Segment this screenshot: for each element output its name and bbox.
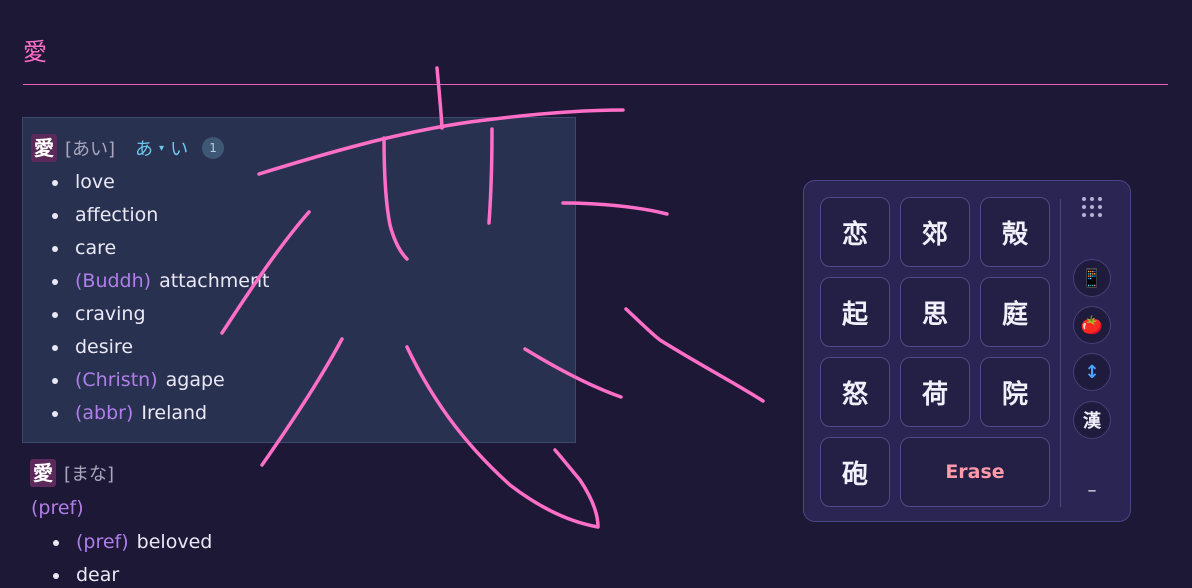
up-down-arrow-icon[interactable]: ↕ [1073, 353, 1111, 391]
entry-kanji: 愛 [30, 459, 56, 487]
dictionary-entry[interactable]: 愛 [まな] (pref) (pref) beloved dear [30, 459, 430, 588]
sense-list: love affection care (Buddh) attachment cr… [51, 166, 270, 430]
dictionary-entry-highlighted[interactable]: 愛 [あい] あ ▾ い 1 love affection care (Budd… [22, 117, 576, 443]
entry-kanji: 愛 [31, 134, 57, 162]
pitch-mora-1: あ [135, 139, 154, 160]
sense-text: attachment [159, 270, 270, 292]
candidate-button[interactable]: 郊 [900, 197, 970, 267]
drag-handle-icon[interactable] [1082, 197, 1104, 219]
title-divider [23, 84, 1168, 85]
list-item: affection [51, 199, 269, 232]
sense-text: beloved [136, 531, 213, 553]
candidate-button[interactable]: 起 [820, 277, 890, 347]
candidate-button[interactable]: 庭 [980, 277, 1050, 347]
sense-text: love [75, 171, 115, 193]
erase-button[interactable]: Erase [900, 437, 1050, 507]
entry-headline: 愛 [あい] あ ▾ い 1 [31, 134, 225, 162]
list-item: care [51, 232, 269, 265]
list-item: (abbr) Ireland [51, 397, 269, 430]
tomato-icon[interactable]: 🍅 [1073, 306, 1111, 344]
page-title: 愛 [23, 38, 47, 66]
panel-divider [1060, 199, 1061, 507]
stroke [561, 201, 669, 216]
entry-reading: [あい] [65, 139, 116, 160]
candidate-button[interactable]: 怒 [820, 357, 890, 427]
candidate-button[interactable]: 思 [900, 277, 970, 347]
pitch-accent: あ ▾ い [135, 135, 188, 161]
sense-text: agape [165, 369, 225, 391]
sense-tag: (Buddh) [75, 270, 152, 292]
entry-reading: [まな] [64, 464, 115, 485]
sense-list: (pref) beloved dear [52, 526, 213, 588]
sense-text: care [75, 237, 117, 259]
pitch-mora-2: い [170, 139, 189, 160]
pitch-down-arrow-icon: ▾ [159, 142, 165, 154]
candidate-button[interactable]: 荷 [900, 357, 970, 427]
sense-tag: (Christn) [75, 369, 158, 391]
list-item: love [51, 166, 269, 199]
list-item: (Christn) agape [51, 364, 269, 397]
phone-icon[interactable]: 📱 [1073, 259, 1111, 297]
stroke [624, 307, 765, 403]
entry-headline: 愛 [まな] [30, 459, 430, 487]
candidate-button[interactable]: 恋 [820, 197, 890, 267]
sense-text: Ireland [141, 402, 208, 424]
candidate-button[interactable]: 院 [980, 357, 1050, 427]
sense-text: craving [75, 303, 146, 325]
sense-text: desire [75, 336, 134, 358]
page: 愛 愛 [あい] あ ▾ い 1 love affection care (Bu… [0, 0, 1192, 588]
candidate-button[interactable]: 砲 [820, 437, 890, 507]
candidate-button[interactable]: 殻 [980, 197, 1050, 267]
list-item: (Buddh) attachment [51, 265, 270, 298]
part-of-speech: (pref) [31, 497, 84, 519]
sense-tag: (abbr) [75, 402, 134, 424]
sense-tag: (pref) [76, 531, 129, 553]
kanji-mode-button[interactable]: 漢 [1073, 401, 1111, 439]
list-item: dear [52, 559, 212, 588]
list-item: (pref) beloved [52, 526, 213, 559]
sense-text: affection [75, 204, 159, 226]
handwriting-panel: 恋 郊 殻 起 思 庭 怒 荷 院 砲 Erase 📱 🍅 ↕ 漢 – [803, 180, 1131, 522]
frequency-badge: 1 [202, 137, 225, 159]
list-item: craving [51, 298, 269, 331]
minimize-button[interactable]: – [1082, 481, 1102, 501]
list-item: desire [51, 331, 269, 364]
sense-text: dear [76, 564, 120, 586]
